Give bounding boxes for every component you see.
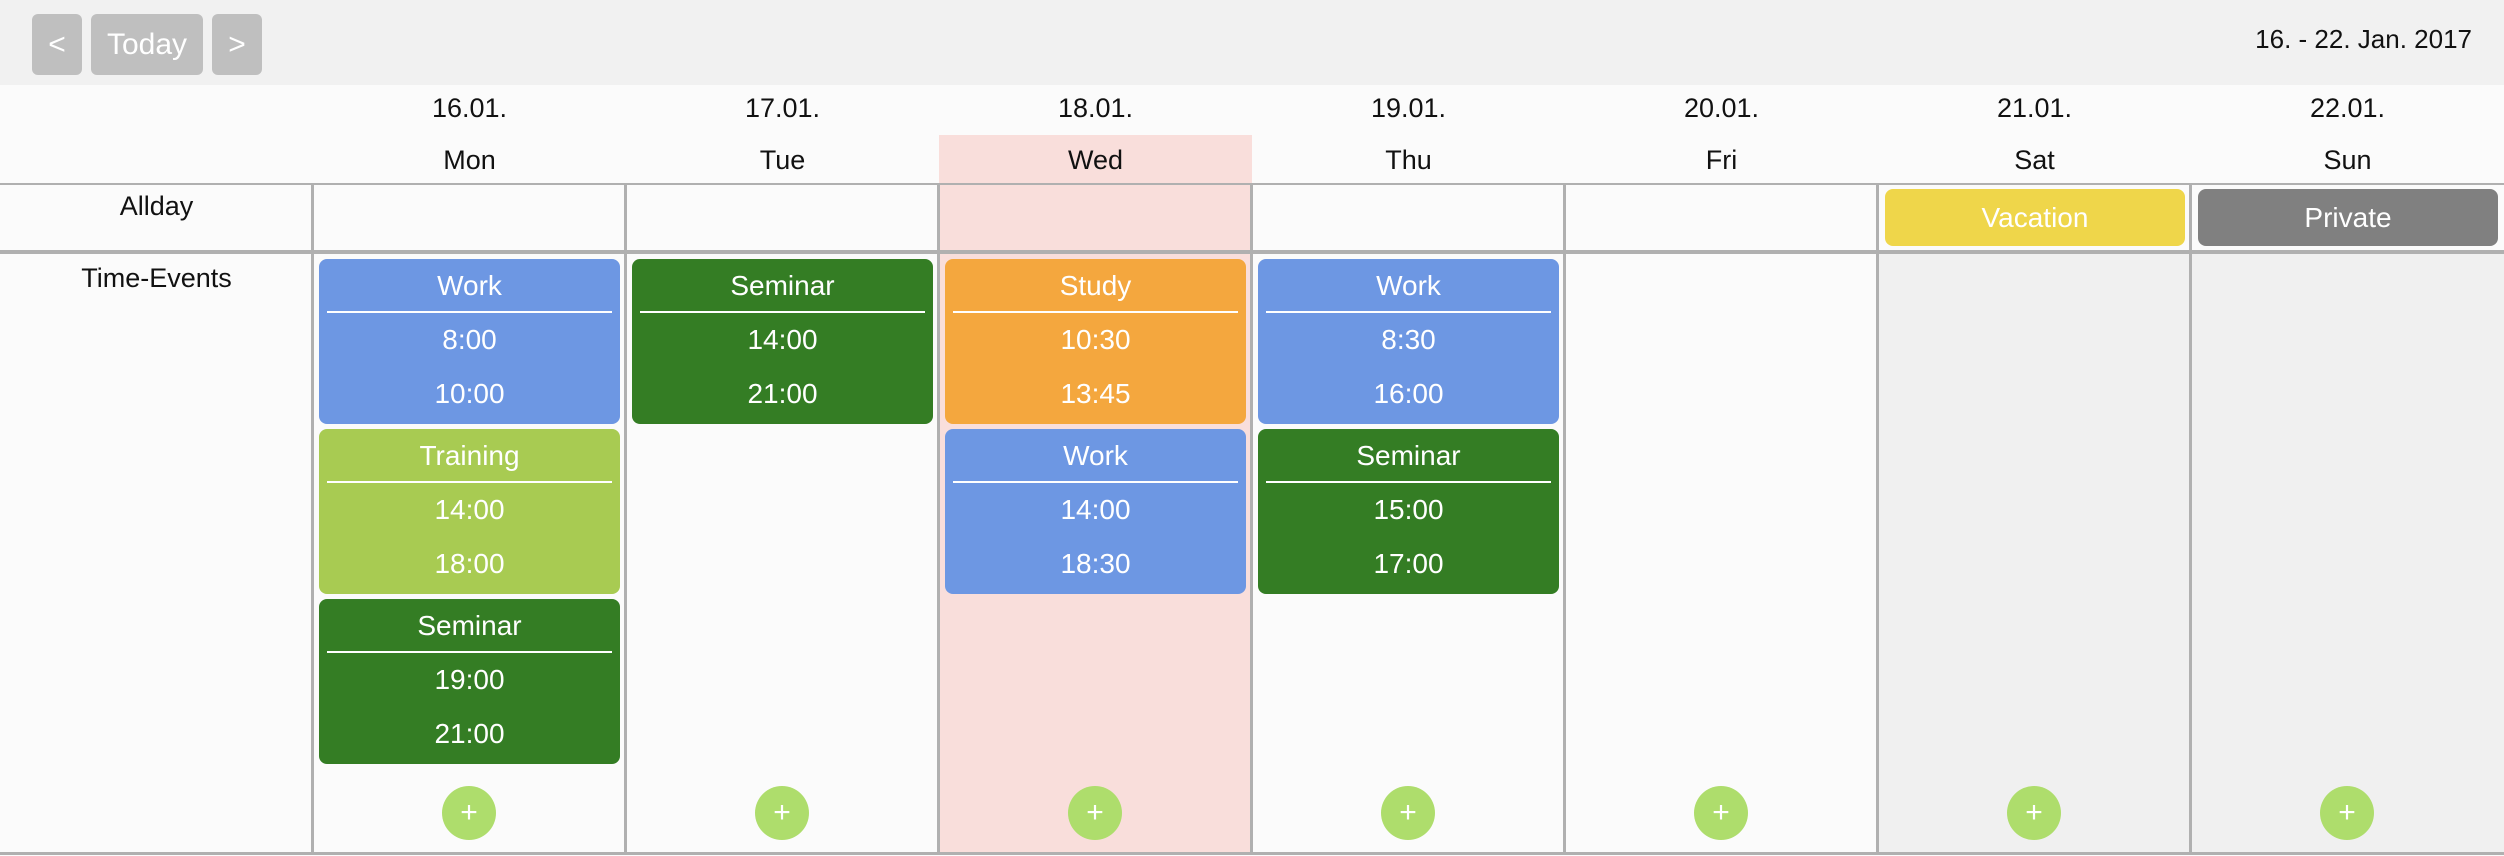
event-end-time: 10:00 [434,378,505,409]
event-title: Seminar [327,599,612,653]
event-start-time: 15:00 [1373,494,1444,525]
event-card[interactable]: Seminar 19:00 21:00 [319,599,620,764]
prev-week-button[interactable]: < [32,14,82,75]
column-weekday: Wed [1067,145,1124,175]
column-divider [937,184,940,854]
add-event-button[interactable]: + [442,786,496,840]
day-column-sat: 21.01. Sat Vacation + [1878,85,2191,854]
event-end-time: 13:45 [1060,378,1131,409]
column-date: 18.01. [1057,93,1134,123]
column-weekday: Fri [1705,145,1738,175]
day-column-sun: 22.01. Sun Private + [2191,85,2504,854]
event-card[interactable]: Work 8:30 16:00 [1258,259,1559,424]
add-event-button[interactable]: + [1694,786,1748,840]
event-card[interactable]: Study 10:30 13:45 [945,259,1246,424]
column-weekday: Mon [443,145,496,175]
event-end-time: 21:00 [747,378,818,409]
weekend-background [1878,254,2191,854]
day-column-fri: 20.01. Fri + [1565,85,1878,854]
column-weekday: Sat [2014,145,2055,175]
allday-row-label: Allday [119,191,194,221]
time-events-row-label: Time-Events [81,263,232,293]
event-title: Work [1266,259,1551,313]
toolbar: < Today > 16. - 22. Jan. 2017 [0,0,2504,85]
event-title: Seminar [640,259,925,313]
add-event-button[interactable]: + [755,786,809,840]
event-start-time: 14:00 [747,324,818,355]
event-start-time: 10:30 [1060,324,1131,355]
event-start-time: 14:00 [434,494,505,525]
event-start-time: 8:00 [442,324,497,355]
day-column-mon: 16.01. Mon Work 8:00 10:00 Training 14:00 18:00… [313,85,626,854]
event-title: Seminar [1266,429,1551,483]
event-card[interactable]: Seminar 14:00 21:00 [632,259,933,424]
event-end-time: 16:00 [1373,378,1444,409]
column-date: 16.01. [431,93,508,123]
event-end-time: 17:00 [1373,548,1444,579]
event-card[interactable]: Training 14:00 18:00 [319,429,620,594]
event-card[interactable]: Work 14:00 18:30 [945,429,1246,594]
event-title: Training [327,429,612,483]
event-card[interactable]: Seminar 15:00 17:00 [1258,429,1559,594]
column-date: 21.01. [1996,93,2073,123]
day-column-wed: 18.01. Wed Study 10:30 13:45 Work 14:00 18:30 + [939,85,1252,854]
column-date: 19.01. [1370,93,1447,123]
day-column-thu: 19.01. Thu Work 8:30 16:00 Seminar 15:00 17:00 + [1252,85,1565,854]
column-date: 17.01. [744,93,821,123]
column-date: 20.01. [1683,93,1760,123]
event-start-time: 19:00 [434,664,505,695]
add-event-button[interactable]: + [2320,786,2374,840]
weekend-background [2191,254,2504,854]
next-week-button[interactable]: > [212,14,262,75]
event-title: Work [953,429,1238,483]
allday-event[interactable]: Vacation [1885,189,2185,246]
column-weekday: Tue [759,145,806,175]
column-date: 22.01. [2309,93,2386,123]
event-title: Work [327,259,612,313]
event-start-time: 14:00 [1060,494,1131,525]
column-weekday: Thu [1385,145,1432,175]
today-button[interactable]: Today [91,14,203,75]
add-event-button[interactable]: + [1068,786,1122,840]
event-start-time: 8:30 [1381,324,1436,355]
event-end-time: 18:30 [1060,548,1131,579]
week-grid: Allday Time-Events 16.01. Mon Work 8:00 10:0… [0,85,2504,856]
event-title: Study [953,259,1238,313]
column-divider [311,184,314,854]
column-divider [624,184,627,854]
column-weekday: Sun [2323,145,2372,175]
event-end-time: 21:00 [434,718,505,749]
column-divider [2189,184,2192,854]
column-divider [1876,184,1879,854]
add-event-button[interactable]: + [1381,786,1435,840]
column-divider [1250,184,1253,854]
date-range: 16. - 22. Jan. 2017 [2255,24,2472,54]
event-card[interactable]: Work 8:00 10:00 [319,259,620,424]
day-column-tue: 17.01. Tue Seminar 14:00 21:00 + [626,85,939,854]
add-event-button[interactable]: + [2007,786,2061,840]
column-divider [1563,184,1566,854]
event-end-time: 18:00 [434,548,505,579]
allday-event[interactable]: Private [2198,189,2498,246]
